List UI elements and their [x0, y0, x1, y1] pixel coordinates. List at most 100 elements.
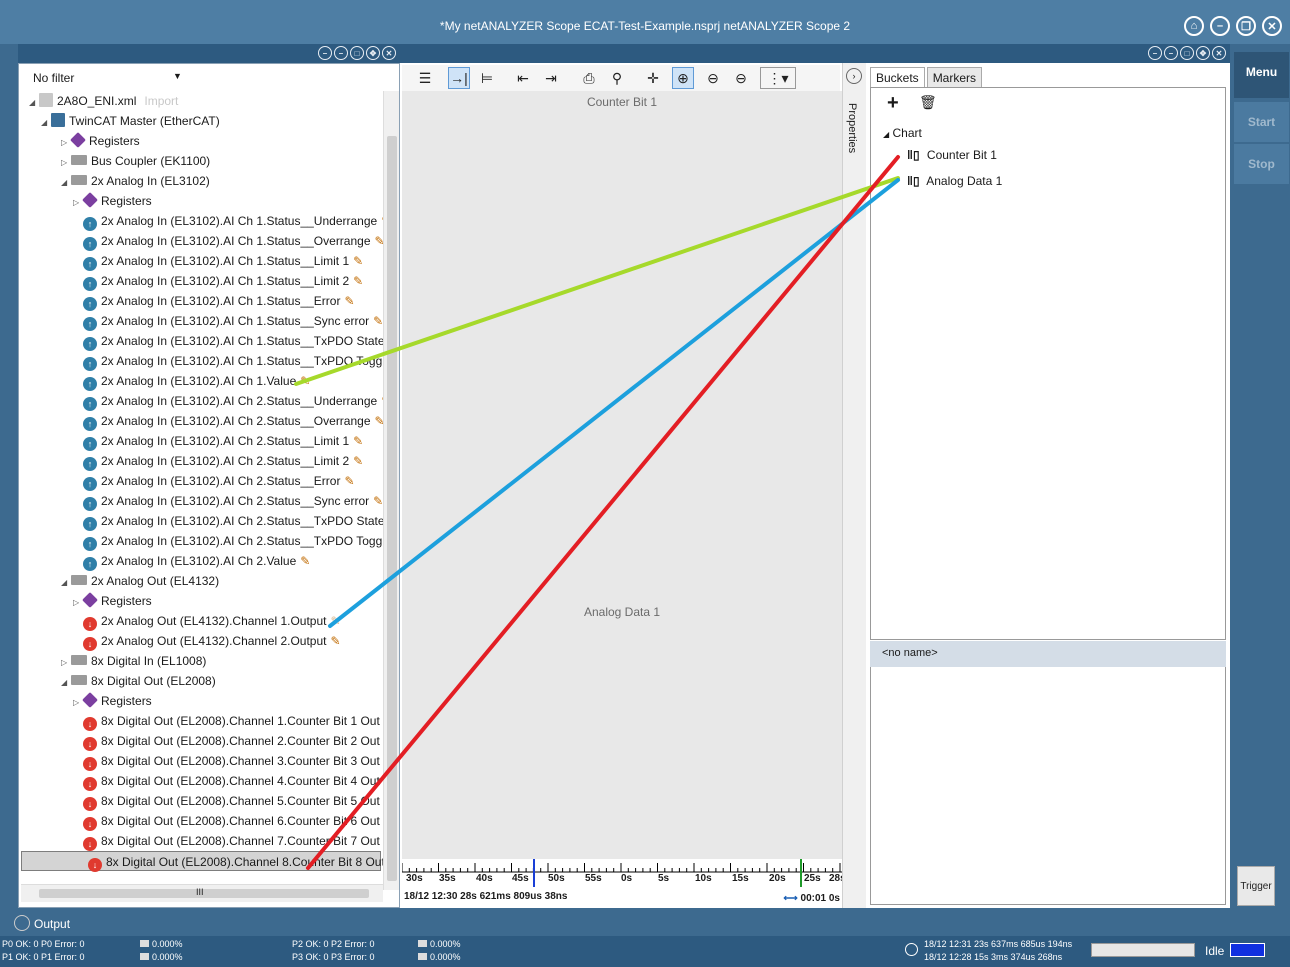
minimize-icon[interactable]: –: [1210, 16, 1230, 36]
tree-vertical-scrollbar[interactable]: [383, 91, 399, 890]
jump-end-icon[interactable]: ⇥: [540, 67, 562, 89]
tree-row[interactable]: ↑ 2x Analog In (EL3102).AI Ch 2.Value ✎: [19, 551, 310, 571]
expander-icon[interactable]: ▷: [61, 153, 71, 173]
tree-row[interactable]: ↓ 8x Digital Out (EL2008).Channel 7.Count…: [19, 831, 384, 851]
tree-row[interactable]: ↓ 2x Analog Out (EL4132).Channel 2.Output…: [19, 631, 341, 651]
properties-label[interactable]: Properties: [846, 103, 858, 153]
scroll-thumb[interactable]: [387, 136, 397, 881]
edit-icon[interactable]: ✎: [353, 271, 363, 291]
tree-row[interactable]: ▷ 8x Digital In (EL1008): [19, 651, 206, 671]
panel-move-icon[interactable]: ✥: [366, 46, 380, 60]
home-icon[interactable]: ⌂: [1184, 16, 1204, 36]
expander-icon[interactable]: ◢: [61, 573, 71, 593]
tree-row[interactable]: ↑ 2x Analog In (EL3102).AI Ch 1.Status__O…: [19, 231, 384, 251]
panel-minimize-icon[interactable]: –: [318, 46, 332, 60]
expander-icon[interactable]: ▷: [73, 193, 83, 213]
edit-icon[interactable]: ✎: [331, 611, 341, 631]
expander-icon[interactable]: ◢: [61, 173, 71, 193]
tree-row[interactable]: ↑ 2x Analog In (EL3102).AI Ch 1.Status__L…: [19, 271, 363, 291]
export-icon[interactable]: ⎙: [578, 67, 600, 89]
bucket-chart-node[interactable]: ◢ Chart: [883, 126, 922, 140]
tree-row[interactable]: ↑ 2x Analog In (EL3102).AI Ch 2.Status__E…: [19, 471, 355, 491]
scroll-thumb[interactable]: [39, 889, 369, 898]
expander-icon[interactable]: ▷: [73, 593, 83, 613]
expander-icon[interactable]: ◢: [41, 113, 51, 133]
tree-row[interactable]: ↑ 2x Analog In (EL3102).AI Ch 1.Value ✎: [19, 371, 310, 391]
tree-row[interactable]: ↓ 8x Digital Out (EL2008).Channel 5.Count…: [19, 791, 384, 811]
edit-icon[interactable]: ✎: [331, 631, 341, 651]
start-button[interactable]: Start: [1234, 102, 1289, 142]
properties-strip[interactable]: › Properties: [842, 63, 866, 908]
tree-row[interactable]: ↓ 2x Analog Out (EL4132).Channel 1.Output…: [19, 611, 341, 631]
tree-row[interactable]: ↓ 8x Digital Out (EL2008).Channel 2.Count…: [19, 731, 384, 751]
edit-icon[interactable]: ✎: [373, 491, 383, 511]
tree-row[interactable]: ↓ 8x Digital Out (EL2008).Channel 6.Count…: [19, 811, 384, 831]
tree-row[interactable]: ↑ 2x Analog In (EL3102).AI Ch 2.Status__L…: [19, 431, 363, 451]
panel-maximize-icon[interactable]: □: [1180, 46, 1194, 60]
expander-icon[interactable]: ◢: [61, 673, 71, 693]
bucket-item-analog-data[interactable]: ‖▯ Analog Data 1: [907, 174, 1002, 188]
edit-icon[interactable]: ✎: [300, 371, 310, 391]
tree-row[interactable]: ◢ 2A8O_ENI.xml Import: [19, 91, 178, 111]
trash-icon[interactable]: 🗑: [919, 94, 937, 111]
trigger-button[interactable]: Trigger: [1237, 866, 1275, 906]
tree-row[interactable]: ↑ 2x Analog In (EL3102).AI Ch 2.Status__L…: [19, 451, 363, 471]
zoom-x-icon[interactable]: ⊖: [702, 67, 724, 89]
edit-icon[interactable]: ✎: [353, 251, 363, 271]
pan-icon[interactable]: ✛: [642, 67, 664, 89]
menu-button[interactable]: Menu: [1234, 52, 1289, 98]
tab-markers[interactable]: Markers: [926, 67, 983, 89]
tree-horizontal-scrollbar[interactable]: III: [21, 884, 383, 902]
align-left-icon[interactable]: ⊨: [476, 67, 498, 89]
tree-row[interactable]: ◢ 2x Analog In (EL3102): [19, 171, 210, 191]
chart-plot-area[interactable]: Counter Bit 1 Analog Data 1: [402, 91, 842, 859]
panel-close-icon[interactable]: ✕: [1212, 46, 1226, 60]
tree-row[interactable]: ◢ 8x Digital Out (EL2008): [19, 671, 216, 691]
jump-start-icon[interactable]: ⇤: [512, 67, 534, 89]
filter-dropdown[interactable]: No filter ▼: [21, 67, 381, 89]
tree-row[interactable]: ↓ 8x Digital Out (EL2008).Channel 1.Count…: [19, 711, 384, 731]
tree-row[interactable]: ↑ 2x Analog In (EL3102).AI Ch 1.Status__U…: [19, 211, 384, 231]
panel-minimize-icon[interactable]: –: [1148, 46, 1162, 60]
follow-right-icon[interactable]: →|: [448, 67, 470, 89]
panel-maximize-icon[interactable]: □: [350, 46, 364, 60]
output-toggle[interactable]: Output: [14, 915, 314, 935]
tree-row[interactable]: ◢ 2x Analog Out (EL4132): [19, 571, 219, 591]
tree-row[interactable]: ↑ 2x Analog In (EL3102).AI Ch 1.Status__S…: [19, 311, 383, 331]
tree-row[interactable]: ↑ 2x Analog In (EL3102).AI Ch 2.Status__T…: [19, 531, 384, 551]
expander-icon[interactable]: ▷: [61, 133, 71, 153]
zoom-y-icon[interactable]: ⊖: [730, 67, 752, 89]
tree-row[interactable]: ↑ 2x Analog In (EL3102).AI Ch 2.Status__S…: [19, 491, 383, 511]
time-axis[interactable]: 30s 35s 40s 45s 50s 55s 0s 5s 10s 15s 20s 25s 28s 18…: [402, 859, 846, 907]
tree-row[interactable]: ▷ Registers: [19, 591, 152, 611]
stack-view-icon[interactable]: ☰: [414, 67, 436, 89]
tree-row[interactable]: ↓ 8x Digital Out (EL2008).Channel 4.Count…: [19, 771, 384, 791]
panel-restore-icon[interactable]: –: [1164, 46, 1178, 60]
tree-row[interactable]: ▷ Registers: [19, 691, 152, 711]
edit-icon[interactable]: ✎: [344, 471, 354, 491]
zoom-icon[interactable]: ⊕: [672, 67, 694, 89]
tree-row[interactable]: ↑ 2x Analog In (EL3102).AI Ch 1.Status__T…: [19, 331, 384, 351]
bucket-item-counter-bit[interactable]: ‖▯ Counter Bit 1: [907, 148, 997, 162]
edit-icon[interactable]: ✎: [353, 451, 363, 471]
tree-row[interactable]: ↑ 2x Analog In (EL3102).AI Ch 1.Status__E…: [19, 291, 355, 311]
expander-icon[interactable]: ◢: [29, 93, 39, 113]
tree-row[interactable]: ↓ 8x Digital Out (EL2008).Channel 3.Count…: [19, 751, 384, 771]
restore-icon[interactable]: ❐: [1236, 16, 1256, 36]
tree-row[interactable]: ↓ 8x Digital Out (EL2008).Channel 8.Count…: [21, 851, 384, 872]
chevron-right-icon[interactable]: ›: [846, 68, 862, 84]
panel-close-icon[interactable]: ✕: [382, 46, 396, 60]
panel-restore-icon[interactable]: –: [334, 46, 348, 60]
tree-row[interactable]: ↑ 2x Analog In (EL3102).AI Ch 2.Status__O…: [19, 411, 384, 431]
tree-row[interactable]: ▷ Registers: [19, 191, 152, 211]
edit-icon[interactable]: ✎: [344, 291, 354, 311]
stop-button[interactable]: Stop: [1234, 144, 1289, 184]
tree-row[interactable]: ▷ Bus Coupler (EK1100): [19, 151, 210, 171]
tab-buckets[interactable]: Buckets: [870, 67, 925, 89]
panel-move-icon[interactable]: ✥: [1196, 46, 1210, 60]
tree-row[interactable]: ▷ Registers: [19, 131, 140, 151]
cursor-mode-dropdown[interactable]: ⋮▾: [760, 67, 796, 89]
tree-row[interactable]: ◢ TwinCAT Master (EtherCAT): [19, 111, 220, 131]
add-icon[interactable]: +: [887, 92, 899, 115]
tree-row[interactable]: ↑ 2x Analog In (EL3102).AI Ch 2.Status__T…: [19, 511, 384, 531]
